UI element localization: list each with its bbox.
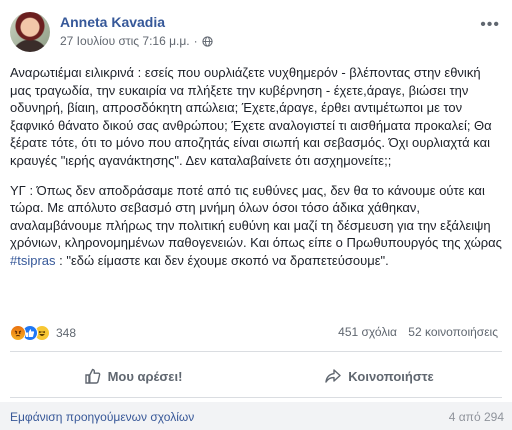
- ps-text-end: : "εδώ είμαστε και δεν έχουμε σκοπό να δ…: [55, 252, 389, 268]
- reactions-summary[interactable]: 348: [10, 325, 76, 341]
- globe-icon[interactable]: [201, 35, 213, 47]
- shares-count-link[interactable]: 52 κοινοποιήσεις: [408, 325, 498, 339]
- post-timestamp[interactable]: 27 Ιουλίου στις 7:16 μ.μ.: [60, 34, 190, 48]
- post-actions: Μου αρέσει! Κοινοποιήστε: [10, 359, 502, 393]
- like-button-label: Μου αρέσει!: [107, 368, 183, 384]
- comments-page-count: 4 από 294: [448, 410, 504, 424]
- post-paragraph-ps: ΥΓ : Όπως δεν αποδράσαμε ποτέ από τις ευ…: [10, 182, 504, 270]
- author-name[interactable]: Anneta Kavadia: [60, 14, 165, 30]
- more-options-button[interactable]: •••: [480, 16, 500, 34]
- share-button[interactable]: Κοινοποιήστε: [256, 359, 502, 393]
- meta-separator: ·: [193, 34, 198, 48]
- reaction-count: 348: [56, 326, 77, 340]
- post-header: Anneta Kavadia 27 Ιουλίου στις 7:16 μ.μ.…: [10, 10, 502, 54]
- facebook-post: Anneta Kavadia 27 Ιουλίου στις 7:16 μ.μ.…: [0, 0, 512, 430]
- hashtag-link[interactable]: #tsipras: [10, 253, 56, 268]
- divider-bottom: [10, 397, 502, 398]
- like-button[interactable]: Μου αρέσει!: [10, 359, 256, 393]
- angry-reaction-icon: [10, 325, 26, 341]
- post-meta: 27 Ιουλίου στις 7:16 μ.μ. ·: [60, 34, 213, 48]
- post-stats: 348 451 σχόλια 52 κοινοποιήσεις: [10, 325, 502, 343]
- post-paragraph-1: Αναρωτιέμαι ειλικρινά : εσείς που ουρλιά…: [10, 65, 492, 168]
- share-button-label: Κοινοποιήστε: [348, 368, 434, 384]
- comments-count-link[interactable]: 451 σχόλια: [338, 325, 397, 339]
- share-arrow-icon: [325, 369, 341, 383]
- avatar[interactable]: [10, 12, 50, 52]
- view-previous-comments-link[interactable]: Εμφάνιση προηγούμενων σχολίων: [10, 410, 194, 424]
- ps-text-start: ΥΓ : Όπως δεν αποδράσαμε ποτέ από τις ευ…: [10, 182, 502, 251]
- thumbs-up-icon: [84, 368, 100, 384]
- comments-bar: Εμφάνιση προηγούμενων σχολίων 4 από 294: [0, 402, 512, 430]
- divider-top: [10, 351, 502, 352]
- post-body: Αναρωτιέμαι ειλικρινά : εσείς που ουρλιά…: [10, 64, 504, 282]
- engagement-counts: 451 σχόλια 52 κοινοποιήσεις: [330, 325, 498, 339]
